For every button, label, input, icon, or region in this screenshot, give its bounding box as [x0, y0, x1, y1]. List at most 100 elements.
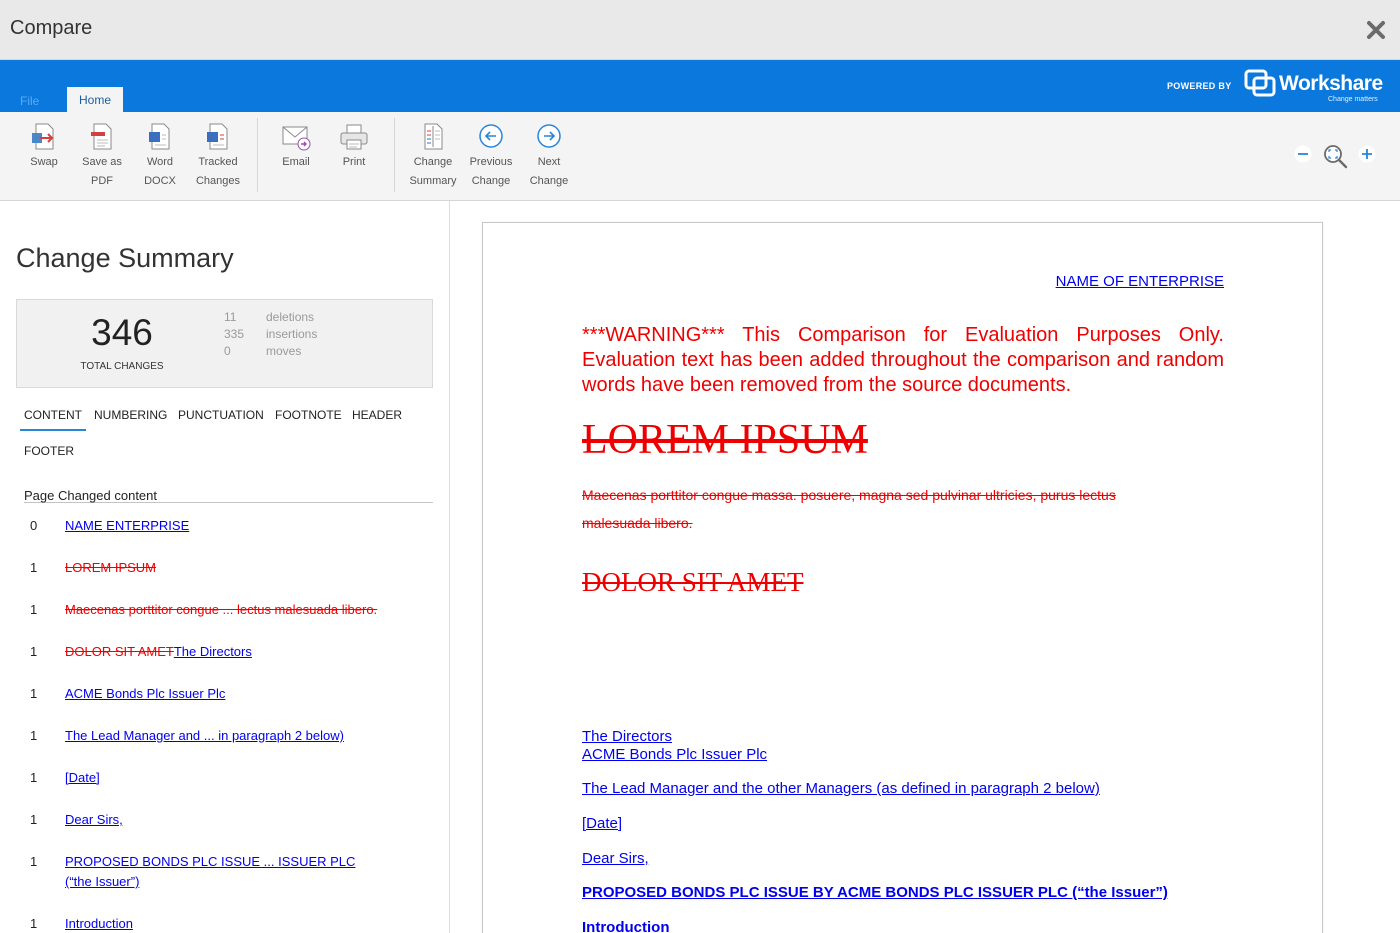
zoom-out-icon[interactable]: [1294, 145, 1312, 163]
change-page: 1: [30, 854, 38, 869]
moves-label: moves: [266, 344, 302, 358]
next-change-label-2: Change: [529, 175, 569, 187]
word-docx-label-2: DOCX: [144, 175, 176, 187]
change-page: 1: [30, 602, 38, 617]
doc-directors[interactable]: The Directors: [582, 728, 672, 745]
change-page: 1: [30, 644, 38, 659]
swap-label: Swap: [30, 156, 58, 168]
change-summary-panel: Change Summary 346 TOTAL CHANGES 11 dele…: [0, 201, 450, 933]
workshare-logo: Workshare: [1279, 72, 1383, 95]
zoom-fit-icon[interactable]: [1322, 143, 1348, 169]
change-summary-button[interactable]: Change Summary: [408, 112, 458, 191]
change-insert-link[interactable]: [Date]: [65, 770, 100, 785]
document-page: NAME OF ENTERPRISE ***WARNING*** This Co…: [482, 222, 1323, 933]
doc-issuer[interactable]: ACME Bonds Plc Issuer Plc: [582, 746, 767, 763]
ribbon-separator: [257, 118, 258, 192]
list-header-label: Page Changed content: [24, 488, 157, 503]
change-page: 1: [30, 560, 38, 575]
email-label: Email: [282, 156, 310, 168]
change-insert-link[interactable]: PROPOSED BONDS PLC ISSUE ... ISSUER PLC …: [65, 854, 355, 889]
deletions-label: deletions: [266, 310, 315, 324]
tab-footnote[interactable]: FOOTNOTE: [275, 408, 342, 422]
pdf-file-icon: [91, 123, 112, 150]
next-change-label-1: Next: [537, 156, 561, 168]
change-insert-link[interactable]: The Lead Manager and ... in paragraph 2 …: [65, 728, 344, 743]
insertions-count: 335: [224, 327, 245, 341]
change-page: 1: [30, 916, 38, 931]
doc-introduction[interactable]: Introduction: [582, 919, 669, 933]
close-icon[interactable]: [1366, 20, 1386, 40]
change-insert-link[interactable]: ACME Bonds Plc Issuer Plc: [65, 686, 225, 701]
word-file-icon: [149, 123, 170, 150]
logo-tagline: Change matters: [1328, 96, 1378, 103]
change-page: 0: [30, 518, 38, 533]
change-summary-label-2: Summary: [409, 175, 457, 187]
change-insert-link[interactable]: NAME ENTERPRISE: [65, 518, 189, 533]
tracked-changes-label-1: Tracked: [198, 156, 238, 168]
powered-by-label: POWERED BY: [1167, 81, 1232, 91]
tab-home[interactable]: Home: [67, 87, 123, 112]
swap-icon: [32, 123, 54, 150]
change-insert-link[interactable]: Dear Sirs,: [65, 812, 123, 827]
summary-totals-box: 346 TOTAL CHANGES 11 deletions 335 inser…: [16, 299, 433, 388]
ribbon-separator: [394, 118, 395, 192]
tracked-changes-icon: [207, 123, 228, 150]
save-as-pdf-button[interactable]: Save as PDF: [80, 112, 124, 191]
previous-change-label-2: Change: [471, 175, 511, 187]
change-insert-link[interactable]: The Directors: [174, 644, 252, 659]
moves-count: 0: [224, 344, 231, 358]
doc-header-enterprise[interactable]: NAME OF ENTERPRISE: [1056, 273, 1224, 290]
doc-date[interactable]: [Date]: [582, 815, 622, 832]
change-summary-label-1: Change: [413, 156, 453, 168]
word-docx-label-1: Word: [146, 156, 174, 168]
document-viewer[interactable]: NAME OF ENTERPRISE ***WARNING*** This Co…: [450, 201, 1400, 933]
change-summary-heading: Change Summary: [16, 243, 234, 273]
insertions-label: insertions: [266, 327, 318, 341]
print-label: Print: [342, 156, 366, 168]
doc-dear-sirs[interactable]: Dear Sirs,: [582, 850, 649, 867]
tab-footer[interactable]: FOOTER: [24, 444, 74, 458]
swap-button[interactable]: Swap: [22, 112, 66, 172]
tab-header[interactable]: HEADER: [352, 408, 402, 422]
change-page: 1: [30, 812, 38, 827]
print-button[interactable]: Print: [332, 112, 376, 172]
arrow-left-circle-icon: [479, 124, 503, 148]
tab-file[interactable]: File: [20, 94, 39, 108]
save-as-pdf-label-1: Save as: [82, 156, 122, 168]
total-changes-count: 346: [91, 312, 153, 353]
change-delete-link[interactable]: LOREM IPSUM: [65, 560, 156, 575]
evaluation-warning: ***WARNING*** This Comparison for Evalua…: [582, 324, 1224, 396]
word-docx-button[interactable]: Word DOCX: [138, 112, 182, 191]
previous-change-label-1: Previous: [469, 156, 513, 168]
doc-heading-lorem[interactable]: LOREM IPSUM: [582, 416, 868, 464]
change-summary-icon: [424, 123, 443, 150]
email-button[interactable]: Email: [274, 112, 318, 172]
doc-lead-manager[interactable]: The Lead Manager and the other Managers …: [582, 780, 1100, 797]
change-page: 1: [30, 728, 38, 743]
changes-list-header: Page Changed content: [24, 487, 433, 503]
tracked-changes-button[interactable]: Tracked Changes: [194, 112, 242, 191]
change-delete-link[interactable]: Maecenas porttitor congue ... lectus mal…: [65, 602, 377, 617]
change-insert-link[interactable]: Introduction: [65, 916, 133, 931]
change-page: 1: [30, 770, 38, 785]
zoom-in-icon[interactable]: [1358, 145, 1376, 163]
doc-heading-dolor[interactable]: DOLOR SIT AMET: [582, 567, 804, 598]
email-icon: [282, 126, 311, 151]
window-title-bar: Compare: [0, 0, 1400, 60]
doc-proposed-heading[interactable]: PROPOSED BONDS PLC ISSUE BY ACME BONDS P…: [582, 884, 1168, 901]
ribbon-toolbar: Swap Save as PDF Word DOCX Tracked Chang…: [0, 112, 1400, 201]
tab-numbering[interactable]: NUMBERING: [94, 408, 167, 422]
tab-content[interactable]: CONTENT: [20, 408, 86, 431]
brand-bar: File Home POWERED BY Workshare Change ma…: [0, 60, 1400, 112]
save-as-pdf-label-2: PDF: [91, 175, 113, 187]
printer-icon: [340, 124, 368, 150]
workshare-logo-icon: [1244, 69, 1276, 97]
previous-change-button[interactable]: Previous Change: [468, 112, 514, 191]
doc-para-lorem-line1[interactable]: Maecenas porttitor congue massa. posuere…: [582, 487, 1116, 503]
window-title: Compare: [10, 17, 93, 39]
tab-punctuation[interactable]: PUNCTUATION: [178, 408, 264, 422]
change-delete-link[interactable]: DOLOR SIT AMET: [65, 644, 174, 659]
deletions-count: 11: [224, 310, 237, 324]
doc-para-lorem-line2[interactable]: malesuada libero.: [582, 515, 693, 531]
next-change-button[interactable]: Next Change: [526, 112, 572, 191]
